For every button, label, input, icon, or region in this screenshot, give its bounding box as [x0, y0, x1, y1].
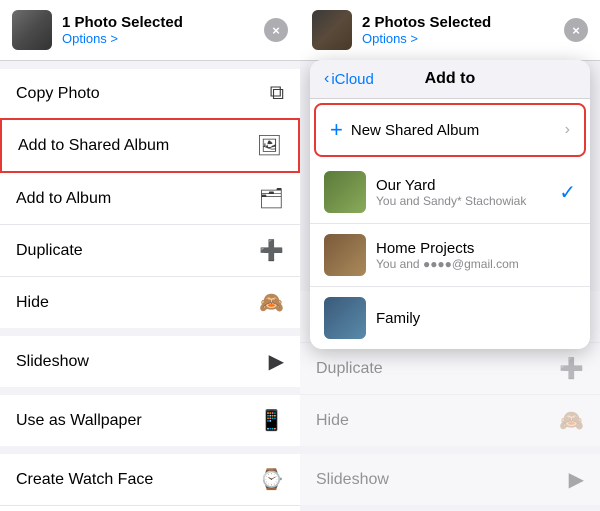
left-header: 1 Photo Selected Options > × [0, 0, 300, 61]
new-shared-album-button[interactable]: + New Shared Album › [314, 103, 586, 157]
right-hide[interactable]: Hide 🙈 [300, 395, 600, 446]
right-slideshow-icon: ▶ [569, 467, 584, 492]
left-menu-list: Copy Photo ⧉ Add to Shared Album 🖼 Add t… [0, 61, 300, 511]
right-duplicate-icon: ➕ [559, 356, 584, 381]
home-projects-thumbnail [324, 234, 366, 276]
left-section-copy: Copy Photo ⧉ [0, 69, 300, 118]
album-family[interactable]: Family [310, 287, 590, 349]
our-yard-checkmark-icon: ✓ [559, 180, 576, 205]
right-panel: 2 Photos Selected Options > × ‹ iCloud A… [300, 0, 600, 511]
right-options[interactable]: Options > [362, 31, 564, 46]
dropdown-title: Add to [374, 70, 526, 88]
right-close-button[interactable]: × [564, 18, 588, 42]
right-header-text: 2 Photos Selected Options > [362, 14, 564, 46]
right-title: 2 Photos Selected [362, 14, 564, 31]
dropdown-back-button[interactable]: ‹ iCloud [324, 70, 374, 88]
our-yard-thumbnail [324, 171, 366, 213]
left-section-album: Add to Album 🗂 Duplicate ➕ Hide 🙈 [0, 173, 300, 328]
left-section-misc: Create Watch Face ⌚ Save to Files 📁 Assi… [0, 454, 300, 511]
right-hide-icon: 🙈 [559, 408, 584, 433]
left-watch-face[interactable]: Create Watch Face ⌚ [0, 454, 300, 506]
right-header: 2 Photos Selected Options > × [300, 0, 600, 61]
album-home-projects[interactable]: Home Projects You and ●●●●@gmail.com [310, 224, 590, 287]
left-header-text: 1 Photo Selected Options > [62, 14, 264, 46]
left-thumbnail [12, 10, 52, 50]
left-title: 1 Photo Selected [62, 14, 264, 31]
right-duplicate[interactable]: Duplicate ➕ [300, 343, 600, 395]
right-slideshow[interactable]: Slideshow ▶ [300, 454, 600, 505]
wallpaper-icon: 📱 [259, 408, 284, 433]
add-to-dropdown: ‹ iCloud Add to + New Shared Album › Our… [310, 60, 590, 349]
left-hide[interactable]: Hide 🙈 [0, 277, 300, 328]
left-slideshow[interactable]: Slideshow ▶ [0, 336, 300, 387]
album-our-yard[interactable]: Our Yard You and Sandy* Stachowiak ✓ [310, 161, 590, 224]
watch-icon: ⌚ [259, 467, 284, 492]
home-projects-info: Home Projects You and ●●●●@gmail.com [376, 240, 576, 271]
left-add-shared-album[interactable]: Add to Shared Album 🖼 [2, 120, 298, 171]
duplicate-icon: ➕ [259, 238, 284, 263]
back-chevron-icon: ‹ [324, 70, 329, 88]
left-close-button[interactable]: × [264, 18, 288, 42]
left-section-shared: Add to Shared Album 🖼 [0, 118, 300, 173]
left-duplicate[interactable]: Duplicate ➕ [0, 225, 300, 277]
slideshow-icon: ▶ [269, 349, 284, 374]
right-section-slideshow: Slideshow ▶ [300, 454, 600, 505]
left-panel: 1 Photo Selected Options > × Copy Photo … [0, 0, 300, 511]
left-section-slideshow: Slideshow ▶ [0, 336, 300, 387]
family-info: Family [376, 310, 576, 327]
left-options[interactable]: Options > [62, 31, 264, 46]
right-thumbnail [312, 10, 352, 50]
family-thumbnail [324, 297, 366, 339]
left-copy-photo[interactable]: Copy Photo ⧉ [0, 69, 300, 118]
copy-icon: ⧉ [270, 82, 284, 105]
add-album-icon: 🗂 [259, 186, 284, 211]
left-wallpaper[interactable]: Use as Wallpaper 📱 [0, 395, 300, 446]
hide-icon: 🙈 [259, 290, 284, 315]
left-section-wallpaper: Use as Wallpaper 📱 [0, 395, 300, 446]
our-yard-info: Our Yard You and Sandy* Stachowiak [376, 177, 559, 208]
dropdown-header: ‹ iCloud Add to [310, 60, 590, 99]
left-save-files[interactable]: Save to Files 📁 [0, 506, 300, 511]
new-album-chevron-icon: › [565, 121, 570, 139]
plus-icon: + [330, 117, 343, 143]
shared-album-icon: 🖼 [257, 133, 282, 158]
left-add-to-album[interactable]: Add to Album 🗂 [0, 173, 300, 225]
